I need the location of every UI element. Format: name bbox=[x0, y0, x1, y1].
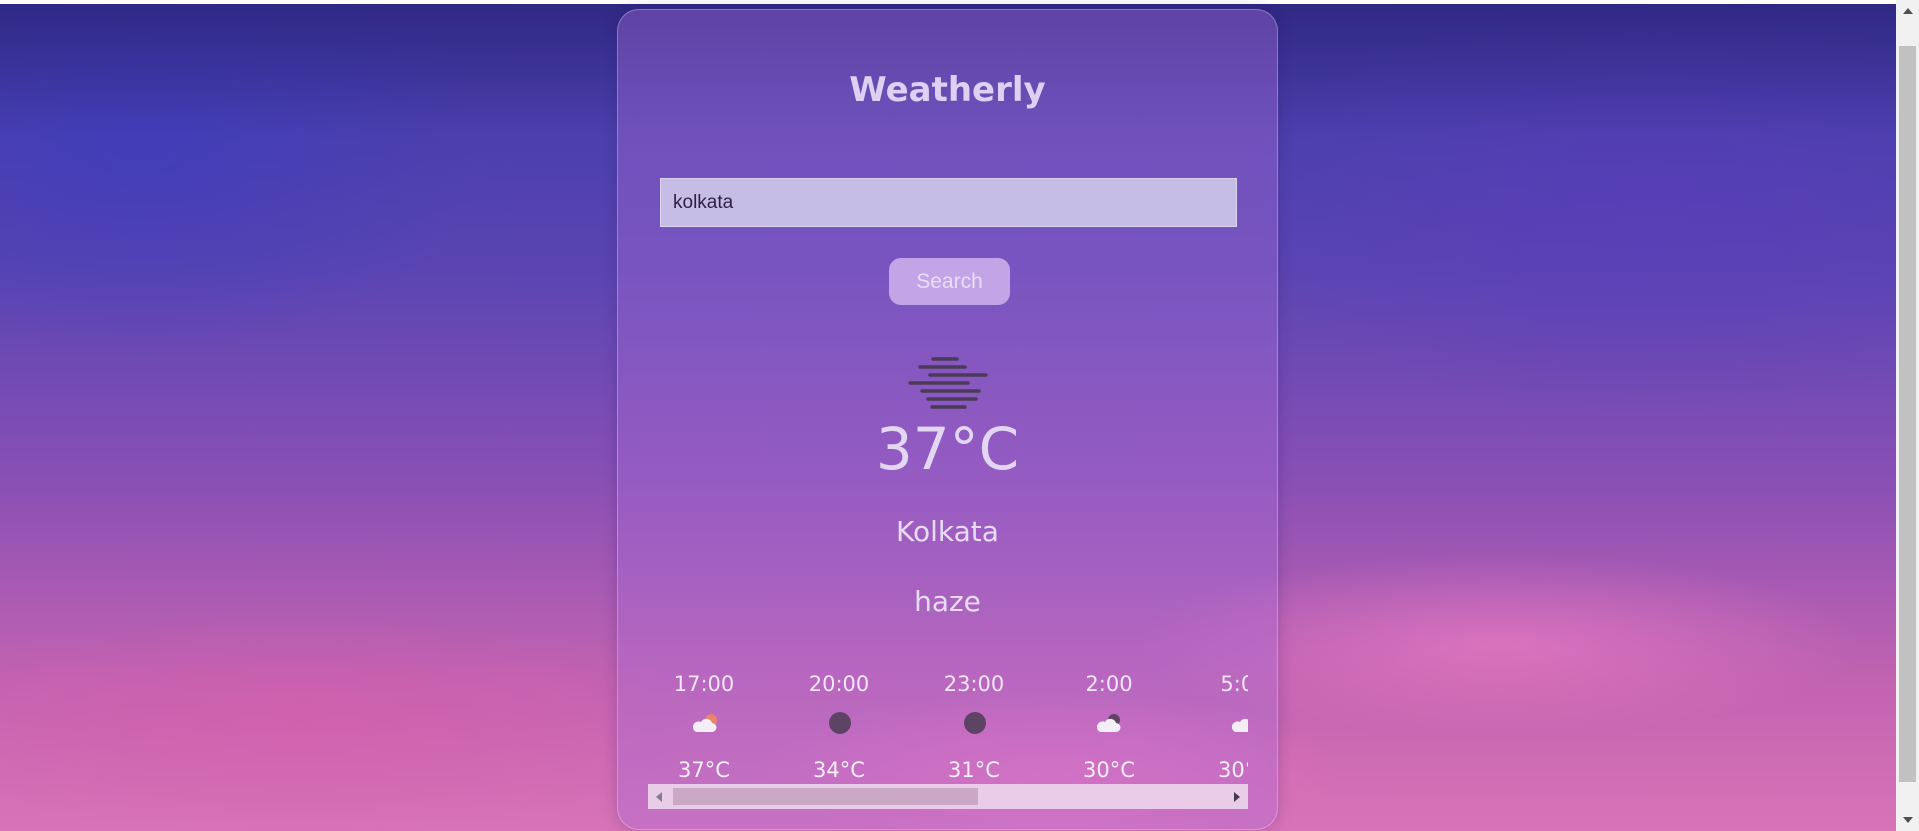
forecast-item: 23:00 31°C bbox=[918, 660, 1030, 784]
haze-icon bbox=[908, 357, 988, 409]
city-name: Kolkata bbox=[896, 515, 999, 548]
forecast-temp: 37°C bbox=[678, 758, 730, 782]
forecast-time: 2:00 bbox=[1085, 672, 1133, 696]
scroll-right-arrow-icon[interactable] bbox=[1226, 784, 1248, 809]
forecast-temp: 30°C bbox=[1083, 758, 1135, 782]
weather-condition: haze bbox=[914, 585, 981, 618]
forecast-temp: 30°C bbox=[1218, 758, 1248, 782]
forecast-horizontal-scrollbar[interactable] bbox=[648, 784, 1248, 809]
forecast-temp: 34°C bbox=[813, 758, 865, 782]
scrollbar-thumb[interactable] bbox=[1899, 46, 1916, 782]
hourly-forecast-strip[interactable]: 17:00 37°C 20:00 34°C 23:00 31°C 2:00 30… bbox=[648, 660, 1248, 784]
cloud-moon-icon bbox=[1096, 714, 1121, 732]
forecast-item: 2:00 30°C bbox=[1053, 660, 1165, 784]
city-search-input[interactable] bbox=[660, 178, 1237, 227]
forecast-item: 5:00 30°C bbox=[1188, 660, 1248, 784]
scroll-down-arrow-icon[interactable] bbox=[1896, 809, 1919, 831]
page-vertical-scrollbar[interactable] bbox=[1896, 0, 1919, 831]
forecast-time: 20:00 bbox=[808, 672, 870, 696]
cloud-sun-icon bbox=[692, 714, 717, 732]
scroll-left-arrow-icon[interactable] bbox=[648, 784, 670, 809]
current-temperature: 37°C bbox=[875, 415, 1020, 483]
forecast-time: 5:00 bbox=[1220, 672, 1248, 696]
forecast-temp: 31°C bbox=[948, 758, 1000, 782]
forecast-item: 17:00 37°C bbox=[648, 660, 760, 784]
forecast-time: 17:00 bbox=[673, 672, 735, 696]
forecast-time: 23:00 bbox=[943, 672, 1005, 696]
cloud-icon bbox=[1231, 718, 1248, 732]
moon-icon bbox=[964, 712, 986, 734]
weather-card: Weatherly Search 37°C Kolkata haze 17:00… bbox=[617, 9, 1278, 830]
moon-icon bbox=[829, 712, 851, 734]
app-title: Weatherly bbox=[849, 70, 1046, 110]
search-button[interactable]: Search bbox=[889, 258, 1010, 305]
scroll-up-arrow-icon[interactable] bbox=[1896, 0, 1919, 22]
forecast-item: 20:00 34°C bbox=[783, 660, 895, 784]
horizontal-scrollbar-thumb[interactable] bbox=[673, 788, 978, 805]
